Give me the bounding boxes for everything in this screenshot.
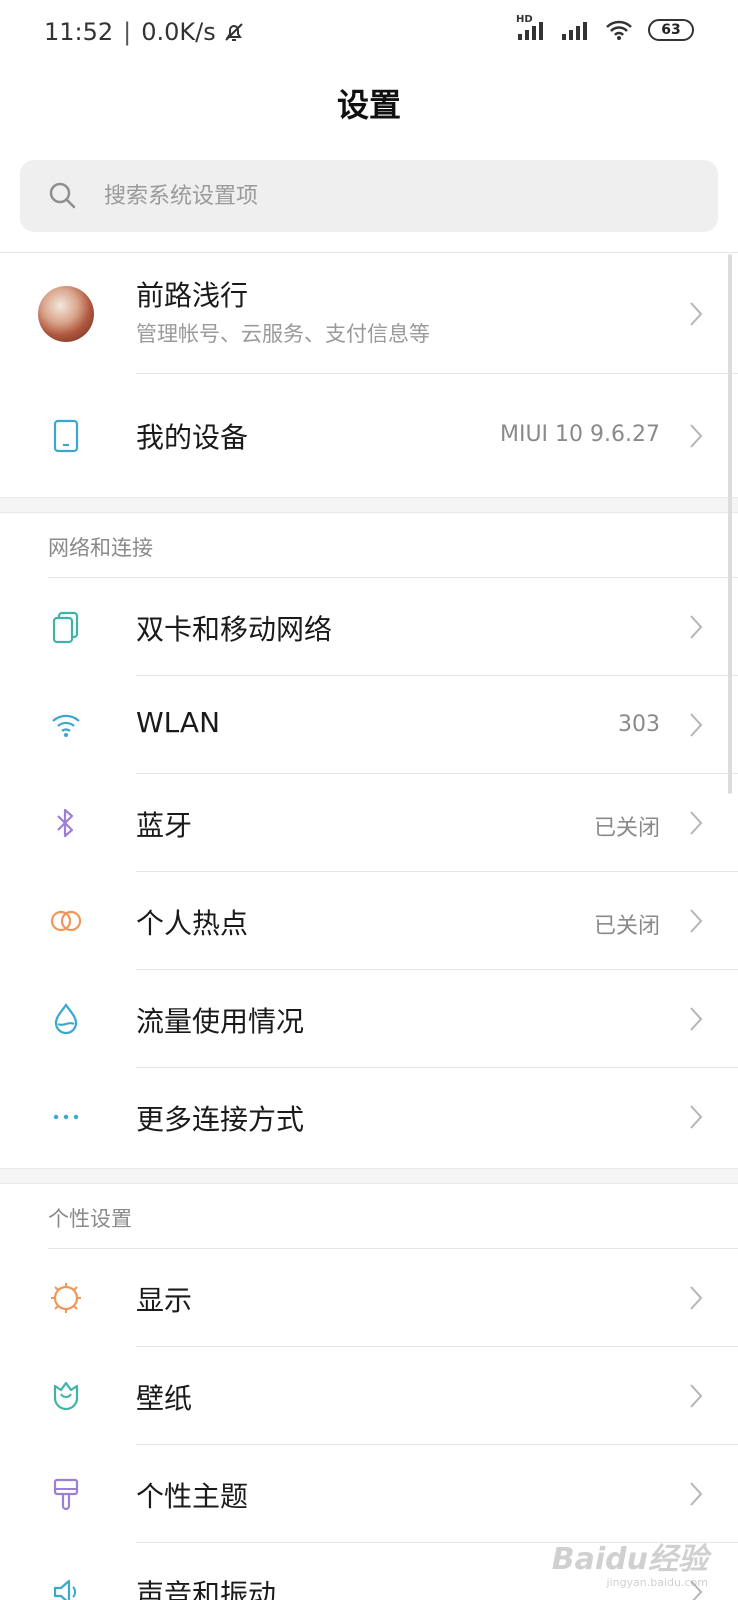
chevron-right-icon: [690, 615, 703, 639]
row-label: 个人热点: [136, 907, 249, 940]
chevron-right-icon: [690, 909, 703, 933]
row-wlan[interactable]: WLAN 303: [0, 676, 738, 774]
chevron-right-icon: [690, 1007, 703, 1031]
more-icon: [48, 1099, 84, 1135]
scrollbar[interactable]: [728, 254, 732, 794]
row-more-connections[interactable]: 更多连接方式: [0, 1068, 738, 1166]
section-gap: [0, 1168, 738, 1184]
watermark-subtext: jingyan.baidu.com: [606, 1576, 708, 1589]
signal-hd-icon: HD: [516, 14, 546, 42]
battery-icon: 63: [648, 19, 694, 41]
status-time: 11:52: [44, 18, 114, 46]
bluetooth-icon: [48, 805, 84, 841]
row-label: 声音和振动: [136, 1578, 277, 1600]
phone-icon: [48, 418, 84, 454]
status-right: HD 63: [516, 14, 694, 42]
hd-label: HD: [516, 14, 533, 25]
watermark-text: Baidu经验: [551, 1542, 708, 1577]
sound-icon: [48, 1574, 84, 1600]
search-input[interactable]: [104, 183, 664, 209]
search-icon: [48, 181, 78, 211]
chevron-right-icon: [690, 811, 703, 835]
mute-bell-icon: [222, 20, 246, 44]
chevron-right-icon: [690, 302, 703, 326]
search-bar[interactable]: [20, 160, 718, 232]
section-gap: [0, 497, 738, 513]
row-label: 显示: [136, 1284, 193, 1317]
status-net-speed: 0.0K/s: [141, 18, 216, 46]
chevron-right-icon: [690, 424, 703, 448]
chevron-right-icon: [690, 1384, 703, 1408]
chevron-right-icon: [690, 1482, 703, 1506]
section-header-network: 网络和连接: [48, 536, 153, 560]
row-dual-sim[interactable]: 双卡和移动网络: [0, 578, 738, 676]
row-label: WLAN: [136, 706, 221, 739]
profile-subtitle: 管理帐号、云服务、支付信息等: [136, 322, 430, 346]
wallpaper-icon: [48, 1378, 84, 1414]
row-bluetooth[interactable]: 蓝牙 已关闭: [0, 774, 738, 872]
data-usage-icon: [48, 1001, 84, 1037]
row-label: 流量使用情况: [136, 1005, 305, 1038]
signal-icon: [560, 18, 590, 42]
row-label: 更多连接方式: [136, 1103, 305, 1136]
wifi-status-icon: [604, 18, 634, 42]
row-label: 壁纸: [136, 1382, 193, 1415]
status-separator: |: [123, 18, 132, 46]
avatar: [38, 286, 94, 342]
row-theme[interactable]: 个性主题: [0, 1445, 738, 1543]
status-left: 11:52 | 0.0K/s: [44, 18, 246, 46]
chevron-right-icon: [690, 713, 703, 737]
profile-name: 前路浅行: [136, 279, 249, 312]
row-hotspot[interactable]: 个人热点 已关闭: [0, 872, 738, 970]
wifi-icon: [48, 707, 84, 743]
chevron-right-icon: [690, 1286, 703, 1310]
row-label: 个性主题: [136, 1480, 249, 1513]
divider: [0, 252, 738, 253]
display-icon: [48, 1280, 84, 1316]
row-display[interactable]: 显示: [0, 1249, 738, 1347]
my-device-value: MIUI 10 9.6.27: [499, 422, 660, 447]
page-title: 设置: [336, 86, 401, 124]
row-label: 蓝牙: [136, 809, 193, 842]
row-data-usage[interactable]: 流量使用情况: [0, 970, 738, 1068]
row-value: 已关闭: [593, 914, 660, 939]
profile-row[interactable]: 前路浅行 管理帐号、云服务、支付信息等: [0, 254, 738, 374]
chevron-right-icon: [690, 1105, 703, 1129]
watermark: Baidu经验 jingyan.baidu.com: [551, 1542, 708, 1589]
row-value: 已关闭: [593, 816, 660, 841]
dual-sim-icon: [48, 609, 84, 645]
section-header-personalization: 个性设置: [48, 1207, 132, 1231]
row-label: 双卡和移动网络: [136, 613, 333, 646]
row-wallpaper[interactable]: 壁纸: [0, 1347, 738, 1445]
my-device-row[interactable]: 我的设备 MIUI 10 9.6.27: [0, 374, 738, 498]
theme-icon: [48, 1476, 84, 1512]
hotspot-icon: [48, 903, 84, 939]
row-value: 303: [618, 712, 660, 737]
status-bar: 11:52 | 0.0K/s HD 63: [0, 0, 738, 68]
my-device-label: 我的设备: [136, 421, 249, 454]
